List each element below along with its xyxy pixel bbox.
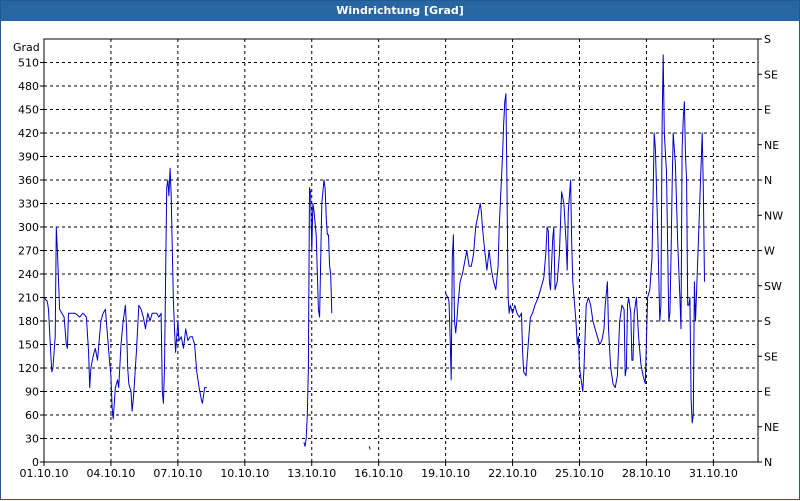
x-tick-label: 07.10.10 (153, 467, 202, 480)
x-tick-label: 04.10.10 (86, 467, 135, 480)
right-axis-label: NW (764, 209, 783, 222)
right-axis-label: S (764, 315, 771, 328)
right-axis-label: E (764, 386, 771, 399)
y-tick-label: 240 (18, 268, 39, 281)
right-axis-label: NE (764, 139, 779, 152)
x-tick-label: 01.10.10 (20, 467, 69, 480)
line-chart: 0306090120150180210240270300330360390420… (13, 33, 783, 480)
y-axis-label: Grad (13, 41, 40, 54)
y-tick-label: 390 (18, 151, 39, 164)
y-tick-label: 420 (18, 127, 39, 140)
x-tick-label: 25.10.10 (555, 467, 604, 480)
right-axis-label: S (764, 33, 771, 46)
chart-window: Windrichtung [Grad] 0 30 60 90 120 150 180 210 2… (0, 0, 800, 500)
right-axis-label: SE (764, 350, 778, 363)
right-axis-label: SW (764, 280, 782, 293)
y-tick-label: 360 (18, 174, 39, 187)
x-tick-label: 10.10.10 (220, 467, 269, 480)
right-axis-label: SE (764, 68, 778, 81)
y-tick-label: 270 (18, 245, 39, 258)
x-tick-label: 16.10.10 (354, 467, 403, 480)
x-tick-label: 19.10.10 (421, 467, 470, 480)
right-axis-label: NE (764, 421, 779, 434)
x-tick-label: 22.10.10 (488, 467, 537, 480)
y-tick-label: 30 (25, 433, 39, 446)
right-axis-label: N (764, 174, 772, 187)
x-tick-label: 28.10.10 (622, 467, 671, 480)
right-axis-label: N (764, 456, 772, 469)
y-tick-label: 150 (18, 339, 39, 352)
y-tick-label: 450 (18, 104, 39, 117)
y-tick-label: 210 (18, 292, 39, 305)
x-tick-label: 31.10.10 (689, 467, 738, 480)
y-tick-label: 510 (18, 57, 39, 70)
y-tick-label: 480 (18, 80, 39, 93)
right-axis-label: E (764, 104, 771, 117)
x-tick-label: 13.10.10 (287, 467, 336, 480)
y-tick-label: 180 (18, 315, 39, 328)
right-axis-label: W (764, 245, 775, 258)
y-tick-label: 330 (18, 198, 39, 211)
y-tick-label: 120 (18, 362, 39, 375)
y-tick-label: 90 (25, 386, 39, 399)
y-tick-label: 60 (25, 409, 39, 422)
y-tick-label: 300 (18, 221, 39, 234)
